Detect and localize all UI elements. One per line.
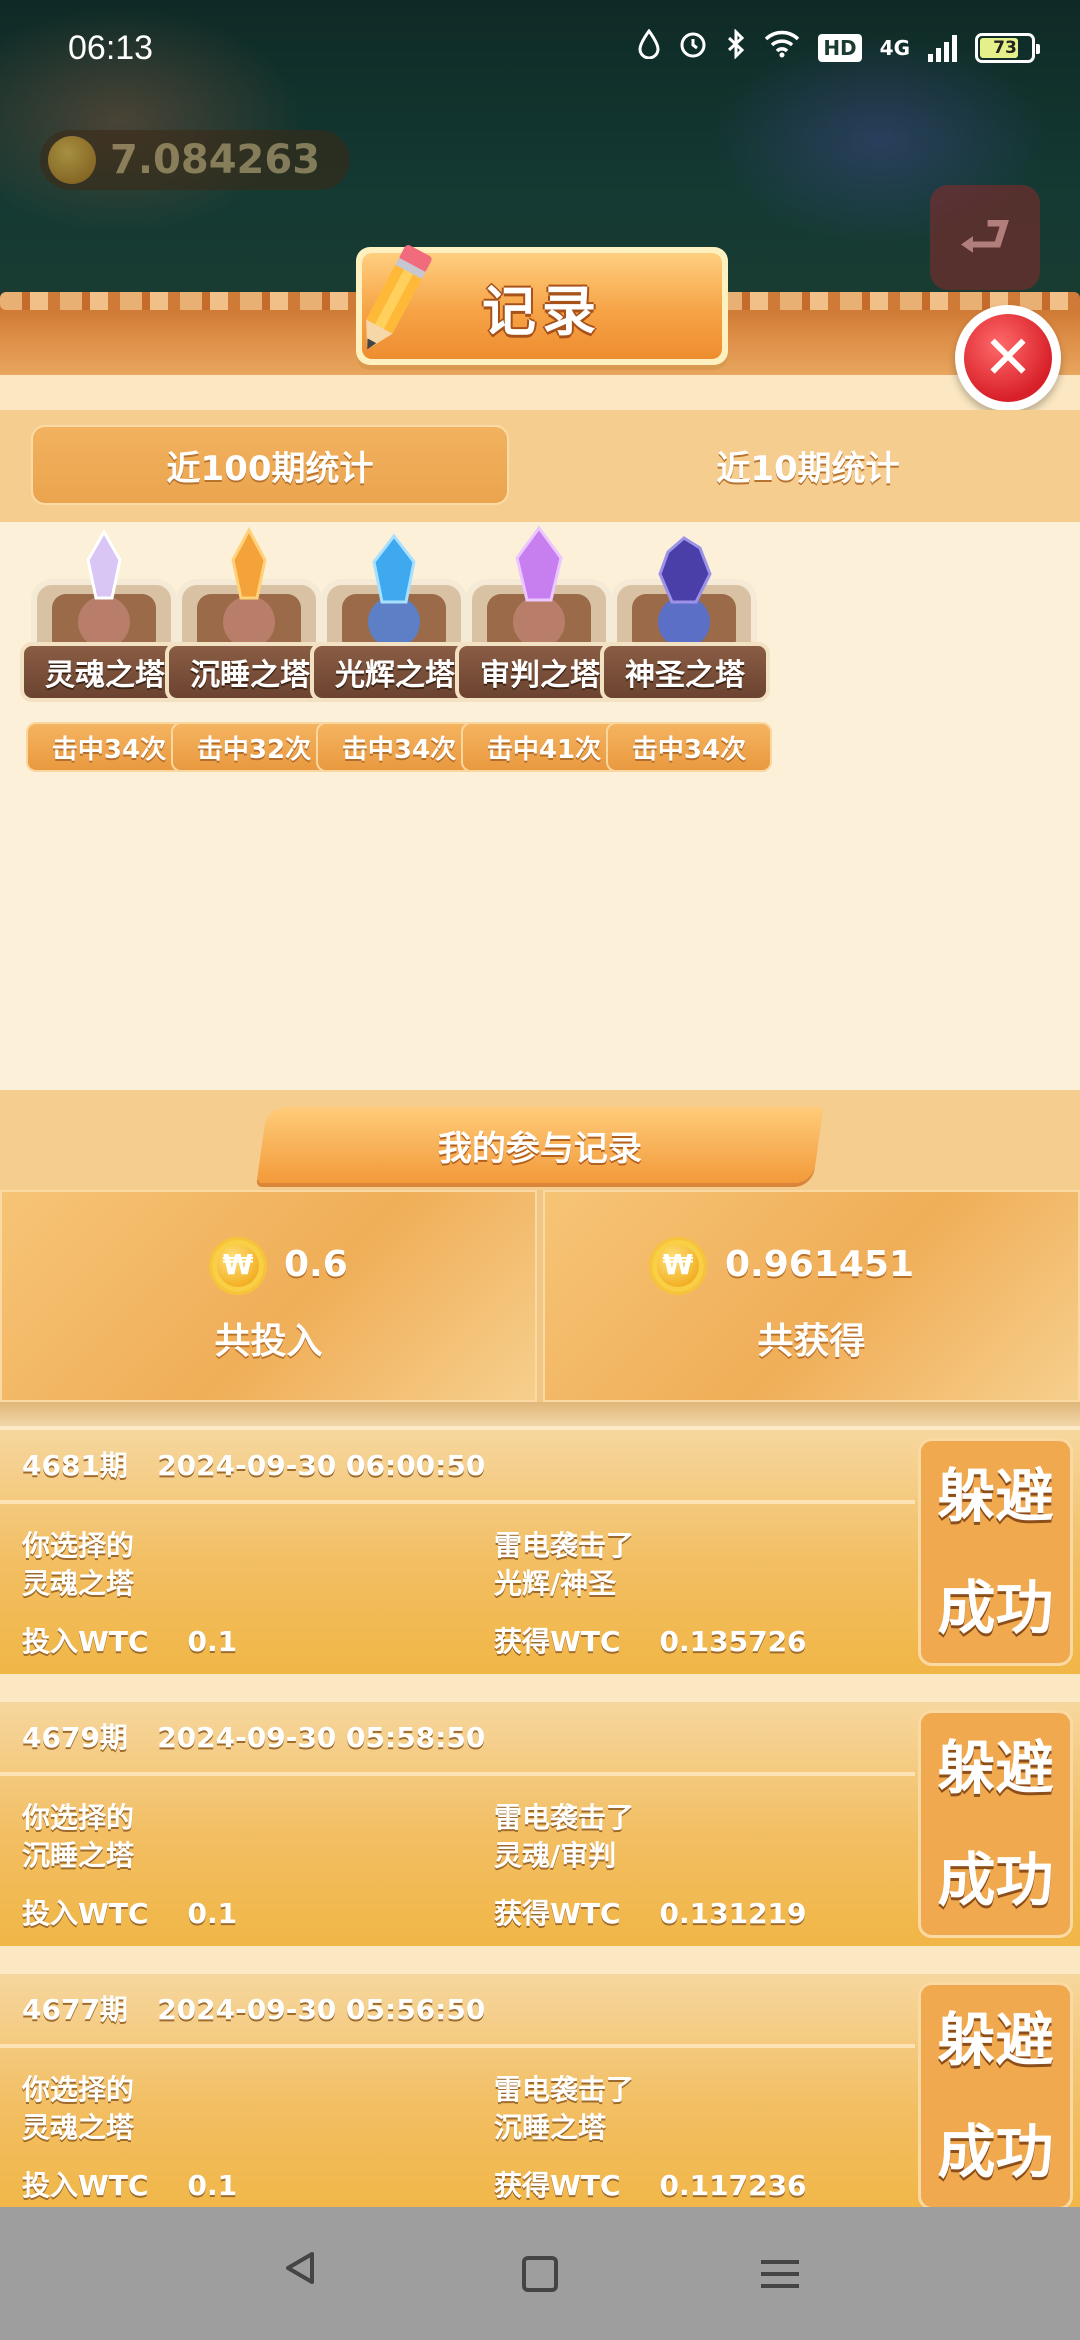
record-header: 4677期 2024-09-30 05:56:50 <box>22 1988 485 2028</box>
tab-last-100[interactable]: 近100期统计 <box>31 425 509 505</box>
record-card: 4681期 2024-09-30 06:00:50 你选择的 灵魂之塔 投入WT… <box>0 1426 1080 1674</box>
home-button[interactable] <box>500 2255 580 2292</box>
my-records-title: 我的参与记录 <box>256 1107 824 1183</box>
result-line-2: 成功 <box>937 1574 1054 1642</box>
record-datetime: 2024-09-30 05:58:50 <box>157 1721 486 1754</box>
invest-amount: 投入WTC 0.1 <box>22 2169 238 2202</box>
total-gain: ₩ 0.961451 共获得 <box>543 1190 1080 1402</box>
gain-amount: 获得WTC 0.117236 <box>494 2169 807 2202</box>
alarm-icon <box>678 29 708 67</box>
tab-last-10[interactable]: 近10期统计 <box>569 425 1047 505</box>
total-gain-amount: 0.961451 <box>725 1244 915 1285</box>
record-datetime: 2024-09-30 05:56:50 <box>157 1993 486 2026</box>
result-line-1: 躲避 <box>937 2006 1054 2074</box>
chosen-label: 你选择的 <box>22 1529 135 1562</box>
hit-label: 雷电袭击了 <box>494 2073 635 2106</box>
balance-display: 7.084263 <box>40 130 350 190</box>
hit-label: 雷电袭击了 <box>494 1801 635 1834</box>
totals-row: ₩ 0.6 共投入 ₩ 0.961451 共获得 <box>0 1190 1080 1402</box>
chosen-tower: 沉睡之塔 <box>22 1839 135 1872</box>
network-type: 4G <box>879 36 910 60</box>
invest-amount: 投入WTC 0.1 <box>22 1897 238 1930</box>
back-icon <box>286 2252 314 2284</box>
navigation-bar <box>0 2207 1080 2340</box>
chosen-label: 你选择的 <box>22 2073 135 2106</box>
status-icons: HD 4G 73 <box>638 28 1040 67</box>
record-period: 4679期 <box>22 1721 128 1754</box>
divider <box>0 1402 1080 1426</box>
battery-level: 73 <box>993 38 1017 58</box>
status-time: 06:13 <box>68 28 154 67</box>
invest-amount: 投入WTC 0.1 <box>22 1625 238 1658</box>
record-header: 4679期 2024-09-30 05:58:50 <box>22 1716 485 1756</box>
record-card: 4679期 2024-09-30 05:58:50 你选择的 沉睡之塔 投入WT… <box>0 1698 1080 1946</box>
record-datetime: 2024-09-30 06:00:50 <box>157 1449 486 1482</box>
wifi-icon <box>764 30 800 66</box>
bluetooth-icon <box>726 28 746 67</box>
record-period: 4681期 <box>22 1449 128 1482</box>
gain-amount: 获得WTC 0.135726 <box>494 1625 807 1658</box>
record-period: 4677期 <box>22 1993 128 2026</box>
tower-stats: 灵魂之塔 击中34次 沉睡之塔 击中32次 光辉之塔 击中34次 审判之塔 击中 <box>0 522 1080 1090</box>
exit-icon: ⮐ <box>930 185 1040 290</box>
balance-value: 7.084263 <box>110 137 321 183</box>
result-line-1: 躲避 <box>937 1734 1054 1802</box>
home-icon <box>522 2255 558 2292</box>
pencil-icon <box>366 245 432 350</box>
record-separator <box>0 2044 915 2048</box>
menu-icon <box>761 2259 799 2288</box>
record-header: 4681期 2024-09-30 06:00:50 <box>22 1444 485 1484</box>
chosen-tower: 灵魂之塔 <box>22 2111 135 2144</box>
signal-icon <box>928 34 957 62</box>
total-invest-label: 共投入 <box>214 1321 323 1362</box>
result-badge: 躲避 成功 <box>918 1982 1073 2210</box>
total-invest-amount: 0.6 <box>284 1244 348 1285</box>
result-badge: 躲避 成功 <box>918 1710 1073 1938</box>
result-line-2: 成功 <box>937 1846 1054 1914</box>
hit-label: 雷电袭击了 <box>494 1529 635 1562</box>
chosen-tower: 灵魂之塔 <box>22 1567 135 1600</box>
coin-icon: ₩ <box>649 1237 707 1295</box>
record-card: 4677期 2024-09-30 05:56:50 你选择的 灵魂之塔 投入WT… <box>0 1970 1080 2218</box>
tower-hit-count: 击中34次 <box>606 722 772 772</box>
hit-towers: 光辉/神圣 <box>494 1567 617 1600</box>
tower-name: 神圣之塔 <box>600 642 770 702</box>
tower-card: 神圣之塔 击中34次 <box>592 522 777 782</box>
status-bar: 06:13 HD 4G 73 <box>0 0 1080 96</box>
my-records-title-text: 我的参与记录 <box>438 1128 642 1169</box>
chosen-label: 你选择的 <box>22 1801 135 1834</box>
record-separator <box>0 1772 915 1776</box>
menu-button[interactable] <box>740 2252 820 2296</box>
coin-icon: ₩ <box>209 1237 267 1295</box>
gain-amount: 获得WTC 0.131219 <box>494 1897 807 1930</box>
total-invest: ₩ 0.6 共投入 <box>0 1190 537 1402</box>
back-button[interactable] <box>260 2248 340 2299</box>
hit-towers: 沉睡之塔 <box>494 2111 607 2144</box>
close-button[interactable]: ✕ <box>955 305 1061 411</box>
hd-icon: HD <box>818 34 862 62</box>
total-gain-label: 共获得 <box>757 1321 866 1362</box>
close-icon: ✕ <box>964 314 1052 402</box>
result-line-1: 躲避 <box>937 1462 1054 1530</box>
battery-icon: 73 <box>975 33 1040 63</box>
water-drop-icon <box>638 28 660 67</box>
coin-icon <box>48 136 96 184</box>
result-badge: 躲避 成功 <box>918 1438 1073 1666</box>
record-separator <box>0 1500 915 1504</box>
tab-bar: 近100期统计 近10期统计 <box>0 410 1080 522</box>
hit-towers: 灵魂/审判 <box>494 1839 617 1872</box>
result-line-2: 成功 <box>937 2118 1054 2186</box>
